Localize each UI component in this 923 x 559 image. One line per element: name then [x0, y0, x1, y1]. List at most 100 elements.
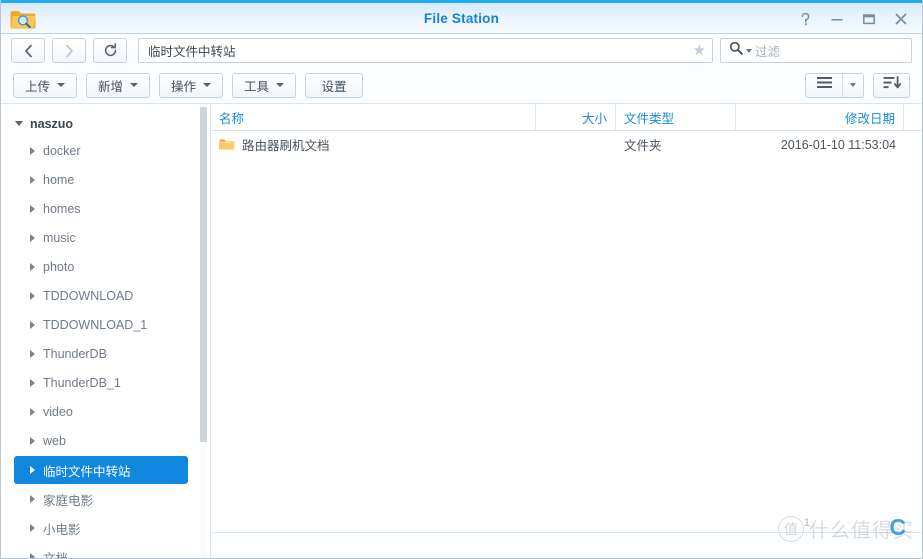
sidebar-item-4[interactable]: music — [14, 224, 188, 252]
sidebar-item-label: 小电影 — [43, 522, 81, 537]
sidebar-item-3[interactable]: homes — [14, 195, 188, 223]
filter-box[interactable]: 过滤 — [720, 38, 912, 63]
toolbar: 上传 新增 操作 工具 设置 — [1, 67, 922, 104]
sidebar-item-12[interactable]: 临时文件中转站 — [14, 456, 188, 484]
help-icon[interactable] — [790, 6, 820, 32]
chevron-down-icon — [57, 83, 66, 87]
sidebar-item-label: video — [43, 405, 73, 419]
address-input[interactable]: 临时文件中转站 — [148, 41, 693, 60]
triangle-right-icon[interactable] — [30, 234, 35, 242]
table-row[interactable]: 路由器刷机文档 文件夹 2016-01-10 11:53:04 — [211, 131, 922, 158]
window-title: File Station — [423, 11, 500, 26]
triangle-right-icon[interactable] — [30, 350, 35, 358]
column-header-name[interactable]: 名称 — [211, 104, 536, 130]
triangle-right-icon[interactable] — [30, 553, 35, 558]
maximize-icon[interactable] — [854, 6, 884, 32]
sidebar-item-label: music — [43, 231, 76, 245]
sidebar-item-8[interactable]: ThunderDB — [14, 340, 188, 368]
star-icon[interactable]: ★ — [693, 43, 706, 58]
cell-type: 文件夹 — [624, 139, 662, 153]
chevron-down-icon — [130, 83, 139, 87]
triangle-right-icon[interactable] — [30, 263, 35, 271]
sidebar-item-1[interactable]: docker — [14, 137, 188, 165]
sidebar-item-15[interactable]: 文档 — [14, 543, 188, 559]
sidebar-scrollbar-thumb[interactable] — [200, 107, 207, 442]
sidebar-item-14[interactable]: 小电影 — [14, 514, 188, 542]
minimize-icon[interactable] — [822, 6, 852, 32]
sidebar-item-label: homes — [43, 202, 81, 216]
search-icon[interactable] — [729, 41, 743, 60]
settings-label: 设置 — [321, 79, 347, 94]
triangle-right-icon[interactable] — [30, 147, 35, 155]
list-view-button[interactable] — [806, 74, 842, 97]
folder-icon — [219, 138, 235, 151]
chevron-down-icon — [203, 83, 212, 87]
refresh-button[interactable] — [93, 38, 127, 63]
navigation-bar: 临时文件中转站 ★ 过滤 — [1, 34, 922, 67]
triangle-right-icon[interactable] — [30, 408, 35, 416]
back-button[interactable] — [11, 38, 45, 63]
sidebar-item-11[interactable]: web — [14, 427, 188, 455]
content-area: naszuo docker home homes music photo TDDOWNLO… — [1, 104, 922, 559]
forward-button[interactable] — [52, 38, 86, 63]
sidebar-item-label: 临时文件中转站 — [43, 464, 131, 479]
triangle-right-icon[interactable] — [30, 379, 35, 387]
search-input[interactable]: 过滤 — [755, 41, 780, 60]
chevron-down-icon — [276, 83, 285, 87]
view-mode-dropdown[interactable] — [842, 73, 863, 97]
sidebar-item-label: docker — [43, 144, 81, 158]
triangle-right-icon[interactable] — [30, 205, 35, 213]
triangle-right-icon[interactable] — [30, 176, 35, 184]
sidebar-item-label: 家庭电影 — [43, 493, 94, 508]
sidebar-item-label: 文档 — [43, 551, 69, 559]
cell-name-text: 路由器刷机文档 — [242, 139, 330, 153]
column-header-type[interactable]: 文件类型 — [616, 104, 736, 130]
triangle-down-icon[interactable] — [15, 121, 23, 126]
sidebar-root-label: naszuo — [30, 116, 74, 131]
column-header-filler — [904, 104, 922, 130]
sidebar-item-label: ThunderDB_1 — [43, 376, 121, 390]
file-list-pane: 名称 大小 文件类型 修改日期 路由器刷机文档 文件夹 2016-01-10 11:… — [211, 104, 922, 558]
window-controls — [790, 3, 916, 34]
cell-name[interactable]: 路由器刷机文档 — [211, 135, 536, 154]
cell-date: 2016-01-10 11:53:04 — [780, 137, 896, 152]
triangle-right-icon[interactable] — [30, 321, 35, 329]
file-station-window: File Station 临时文件中转站 ★ 过滤 上传 新增 操作 工具 设置… — [0, 0, 923, 559]
close-icon[interactable] — [886, 6, 916, 32]
triangle-right-icon[interactable] — [30, 292, 35, 300]
sidebar-item-label: home — [43, 173, 75, 187]
sort-button[interactable] — [873, 72, 910, 98]
sidebar-item-5[interactable]: photo — [14, 253, 188, 281]
sidebar-item-13[interactable]: 家庭电影 — [14, 485, 188, 513]
new-label: 新增 — [98, 79, 124, 94]
title-bar: File Station — [1, 0, 922, 34]
chevron-down-icon[interactable] — [746, 48, 752, 53]
sidebar-root-naszuo[interactable]: naszuo — [1, 111, 210, 136]
action-button[interactable]: 操作 — [159, 72, 224, 98]
sidebar-item-label: web — [43, 434, 66, 448]
new-button[interactable]: 新增 — [86, 72, 151, 98]
sidebar-item-10[interactable]: video — [14, 398, 188, 426]
sidebar-item-label: TDDOWNLOAD_1 — [43, 318, 148, 332]
triangle-right-icon[interactable] — [30, 466, 35, 474]
sidebar-item-label: photo — [43, 260, 75, 274]
triangle-right-icon[interactable] — [30, 524, 35, 532]
file-list-header: 名称 大小 文件类型 修改日期 — [211, 104, 922, 131]
sidebar-item-list: docker home homes music photo TDDOWNLOAD TDDOW… — [1, 137, 210, 559]
status-bar — [211, 532, 922, 558]
sidebar: naszuo docker home homes music photo TDDOWNLO… — [1, 104, 211, 559]
sidebar-item-9[interactable]: ThunderDB_1 — [14, 369, 188, 397]
triangle-right-icon[interactable] — [30, 495, 35, 503]
triangle-right-icon[interactable] — [30, 437, 35, 445]
column-header-date[interactable]: 修改日期 — [736, 104, 904, 130]
view-mode-group — [805, 72, 864, 98]
sidebar-item-2[interactable]: home — [14, 166, 188, 194]
sidebar-item-7[interactable]: TDDOWNLOAD_1 — [14, 311, 188, 339]
upload-button[interactable]: 上传 — [13, 72, 78, 98]
tools-label: 工具 — [244, 79, 270, 94]
sidebar-item-6[interactable]: TDDOWNLOAD — [14, 282, 188, 310]
tools-button[interactable]: 工具 — [232, 72, 297, 98]
address-bar[interactable]: 临时文件中转站 ★ — [138, 38, 713, 63]
column-header-size[interactable]: 大小 — [536, 104, 616, 130]
settings-button[interactable]: 设置 — [305, 72, 364, 98]
